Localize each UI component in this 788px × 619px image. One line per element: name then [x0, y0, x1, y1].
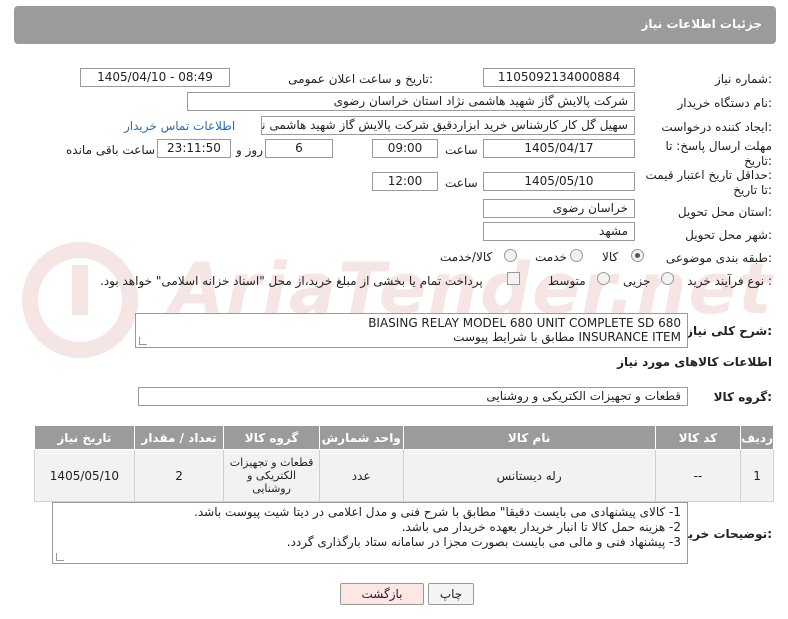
header-panel: جزئیات اطلاعات نیاز [14, 6, 776, 44]
header-unit: واحد شمارش [318, 425, 404, 450]
process-option-minor: جزیی [623, 274, 651, 288]
category-option-goods-service: کالا/خدمت [440, 250, 493, 264]
price-date-field: 1405/05/10 [483, 172, 635, 191]
remaining-time-field: 23:11:50 [157, 139, 231, 158]
header-need-date: تاریخ نیاز [34, 425, 135, 450]
buyer-notes-textarea[interactable]: 1- کالای پیشنهادی می بایست دقیقا" مطابق … [52, 502, 688, 564]
category-radio-goods[interactable] [631, 249, 644, 262]
cell-item-code: -- [654, 449, 742, 502]
cell-quantity: 2 [133, 449, 225, 502]
items-table: ردیف کد کالا نام کالا واحد شمارش گروه کا… [34, 425, 774, 502]
page-title: جزئیات اطلاعات نیاز [641, 17, 762, 31]
process-radio-medium[interactable] [597, 272, 610, 285]
city-field: مشهد [483, 222, 635, 241]
table-row: 1 -- رله دیستانس عدد قطعات و تجهیزات الک… [34, 449, 774, 502]
watermark-logo-icon [22, 242, 138, 358]
cell-item-name: رله دیستانس [402, 449, 656, 502]
description-textarea[interactable]: BIASING RELAY MODEL 680 UNIT COMPLETE SD… [135, 313, 688, 348]
category-option-goods: کالا [602, 250, 619, 264]
days-field: 6 [265, 139, 333, 158]
price-validity-label-2: تا تاریخ: [733, 183, 772, 197]
description-label: شرح کلی نیاز: [686, 324, 772, 338]
buyer-note-line-3: 3- پیشنهاد فنی و مالی می بایست بصورت مجز… [286, 535, 681, 549]
need-number-field: 1105092134000884 [483, 68, 635, 87]
cell-row-number: 1 [740, 449, 774, 502]
goods-group-field: قطعات و تجهیزات الکتریکی و روشنایی [138, 387, 688, 406]
city-label: شهر محل تحویل: [685, 228, 772, 242]
cell-need-date: 1405/05/10 [34, 449, 135, 502]
reply-time-field: 09:00 [372, 139, 438, 158]
reply-time-label: ساعت [445, 143, 478, 157]
price-time-field: 12:00 [372, 172, 438, 191]
announce-label: تاریخ و ساعت اعلان عمومی: [288, 72, 433, 86]
goods-info-title: اطلاعات کالاهای مورد نیاز [617, 355, 772, 369]
resize-handle-icon[interactable] [139, 337, 147, 345]
buyer-note-line-1: 1- کالای پیشنهادی می بایست دقیقا" مطابق … [194, 505, 681, 519]
header-item-name: نام کالا [402, 425, 656, 450]
header-row-number: ردیف [740, 425, 774, 450]
need-number-label: شماره نیاز: [714, 72, 772, 86]
process-radio-minor[interactable] [661, 272, 674, 285]
cell-item-group: قطعات و تجهیزات الکتریکی و روشنایی [223, 449, 320, 502]
process-option-medium: متوسط [548, 274, 586, 288]
payment-note: پرداخت تمام یا بخشی از مبلغ خرید،از محل … [100, 274, 483, 288]
header-item-code: کد کالا [654, 425, 742, 450]
province-field: خراسان رضوی [483, 199, 635, 218]
buyer-org-label: نام دستگاه خریدار: [677, 96, 773, 110]
description-line-2: INSURANCE ITEM مطابق با شرایط پیوست [453, 330, 681, 344]
cell-unit: عدد [318, 449, 404, 502]
buyer-note-line-2: 2- هزینه حمل کالا تا انبار خریدار بعهده … [401, 520, 681, 534]
back-button[interactable]: بازگشت [340, 583, 424, 605]
payment-checkbox[interactable] [507, 272, 520, 285]
description-line-1: BIASING RELAY MODEL 680 UNIT COMPLETE SD… [368, 316, 681, 330]
creator-field: سهیل گل کار کارشناس خرید ابزاردقیق شرکت … [261, 116, 635, 135]
process-label: نوع فرآیند خرید : [687, 274, 772, 288]
category-radio-goods-service[interactable] [504, 249, 517, 262]
header-quantity: تعداد / مقدار [133, 425, 225, 450]
print-button[interactable]: چاپ [428, 583, 474, 605]
reply-deadline-label-1: مهلت ارسال پاسخ: تا [665, 139, 772, 153]
reply-date-field: 1405/04/17 [483, 139, 635, 158]
category-radio-service[interactable] [570, 249, 583, 262]
remaining-label: ساعت باقی مانده [66, 143, 156, 157]
price-time-label: ساعت [445, 176, 478, 190]
contact-buyer-link[interactable]: اطلاعات تماس خریدار [124, 119, 235, 133]
days-label: روز و [236, 143, 263, 157]
buyer-org-field: شرکت پالایش گاز شهید هاشمی نژاد استان خر… [187, 92, 635, 111]
table-header-row: ردیف کد کالا نام کالا واحد شمارش گروه کا… [34, 425, 774, 450]
header-item-group: گروه کالا [223, 425, 320, 450]
reply-deadline-label-2: تاریخ: [744, 154, 772, 168]
creator-label: ایجاد کننده درخواست: [661, 120, 772, 134]
announce-date-field: 1405/04/10 - 08:49 [80, 68, 230, 87]
resize-handle-icon[interactable] [56, 553, 64, 561]
price-validity-label-1: حداقل تاریخ اعتبار قیمت: [645, 168, 772, 182]
goods-group-label: گروه کالا: [713, 390, 772, 404]
category-option-service: خدمت [535, 250, 567, 264]
category-label: طبقه بندی موضوعی: [665, 251, 772, 265]
province-label: استان محل تحویل: [677, 205, 772, 219]
